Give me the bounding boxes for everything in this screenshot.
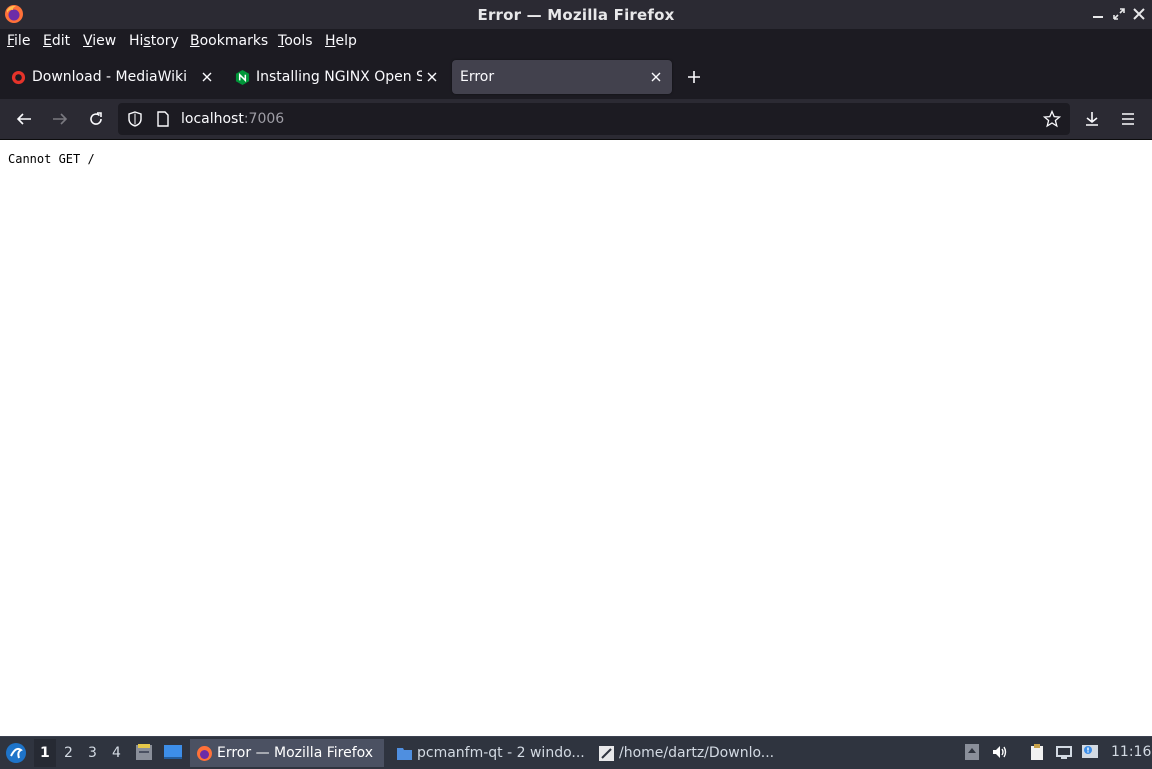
tab-strip: Download - MediaWiki Installing NGINX Op… bbox=[0, 55, 1152, 99]
menu-bookmarks[interactable]: Bookmarks bbox=[190, 33, 268, 49]
tab-nginx[interactable]: Installing NGINX Open Source bbox=[228, 60, 446, 94]
menu-help[interactable]: Help bbox=[325, 33, 357, 49]
menu-tools[interactable]: Tools bbox=[278, 33, 313, 49]
back-icon[interactable] bbox=[15, 110, 33, 128]
tab-error[interactable]: Error bbox=[452, 60, 672, 94]
forward-icon[interactable] bbox=[51, 110, 69, 128]
tray-arrow-icon[interactable] bbox=[963, 743, 981, 761]
reload-icon[interactable] bbox=[87, 110, 105, 128]
maximize-icon[interactable] bbox=[1111, 6, 1127, 22]
menu-bar: File Edit View History Bookmarks Tools H… bbox=[0, 29, 1152, 55]
url-text[interactable]: localhost:7006 bbox=[181, 111, 284, 127]
tab-label: Download - MediaWiki bbox=[32, 69, 188, 85]
downloads-icon[interactable] bbox=[1083, 110, 1101, 128]
show-desktop-icon[interactable] bbox=[162, 742, 184, 762]
tab-mediawiki[interactable]: Download - MediaWiki bbox=[4, 60, 224, 94]
minimize-icon[interactable] bbox=[1090, 6, 1106, 22]
nginx-icon bbox=[235, 70, 250, 85]
tab-label: Error bbox=[460, 69, 495, 85]
taskbar-window-label: Error — Mozilla Firefox bbox=[217, 745, 374, 761]
mediawiki-icon bbox=[11, 70, 26, 85]
menu-view[interactable]: View bbox=[83, 33, 116, 49]
taskbar-window-firefox[interactable]: Error — Mozilla Firefox bbox=[190, 739, 384, 767]
workspace-3[interactable]: 3 bbox=[88, 745, 97, 761]
network-icon[interactable] bbox=[1055, 743, 1073, 761]
menu-file[interactable]: File bbox=[7, 33, 30, 49]
taskbar-window-pcmanfm[interactable]: pcmanfm-qt - 2 windo... bbox=[390, 739, 586, 767]
file-manager-icon[interactable] bbox=[134, 742, 154, 762]
url-bar[interactable]: localhost:7006 bbox=[118, 103, 1070, 135]
page-content: Cannot GET / bbox=[0, 140, 1152, 736]
menu-history[interactable]: History bbox=[129, 33, 179, 49]
workspace-1[interactable]: 1 bbox=[40, 745, 50, 761]
taskbar-window-label: pcmanfm-qt - 2 windo... bbox=[417, 745, 585, 761]
notification-icon[interactable] bbox=[1081, 743, 1099, 761]
bookmark-star-icon[interactable] bbox=[1043, 110, 1061, 128]
window-title: Error — Mozilla Firefox bbox=[477, 6, 675, 24]
tab-label: Installing NGINX Open Source bbox=[256, 69, 422, 85]
close-tab-icon[interactable] bbox=[200, 70, 214, 84]
firefox-icon bbox=[197, 746, 212, 761]
folder-icon bbox=[397, 748, 412, 760]
taskbar-window-label: /home/dartz/Downlo... bbox=[619, 745, 775, 761]
text-editor-icon bbox=[599, 746, 614, 761]
workspace-4[interactable]: 4 bbox=[112, 745, 121, 761]
menu-edit[interactable]: Edit bbox=[43, 33, 70, 49]
navigation-toolbar: localhost:7006 bbox=[0, 99, 1152, 140]
window-titlebar[interactable]: Error — Mozilla Firefox bbox=[0, 0, 1152, 30]
taskbar-window-editor[interactable]: /home/dartz/Downlo... bbox=[592, 739, 788, 767]
hamburger-menu-icon[interactable] bbox=[1119, 110, 1137, 128]
close-tab-icon[interactable] bbox=[649, 70, 663, 84]
start-menu-icon[interactable] bbox=[5, 742, 27, 764]
close-tab-icon[interactable] bbox=[425, 70, 439, 84]
clipboard-icon[interactable] bbox=[1028, 743, 1046, 761]
new-tab-icon[interactable] bbox=[686, 69, 702, 85]
volume-icon[interactable] bbox=[991, 743, 1009, 761]
clock[interactable]: 11:16 bbox=[1111, 744, 1151, 760]
page-icon[interactable] bbox=[154, 110, 172, 128]
workspace-2[interactable]: 2 bbox=[64, 745, 73, 761]
shield-icon[interactable] bbox=[126, 110, 144, 128]
close-window-icon[interactable] bbox=[1131, 6, 1147, 22]
error-message: Cannot GET / bbox=[8, 152, 95, 166]
